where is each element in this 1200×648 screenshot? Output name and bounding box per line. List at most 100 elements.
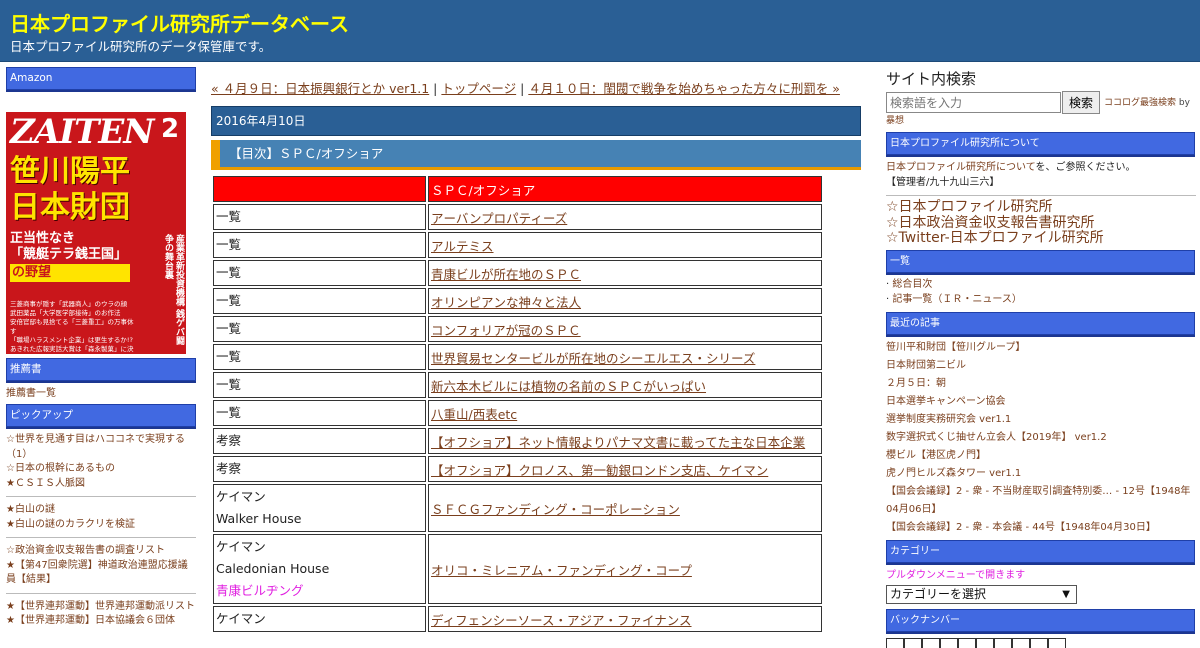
site-title-link[interactable]: 日本プロファイル研究所データベース [10, 8, 349, 37]
pickup-link[interactable]: ★白山の謎のカラクリを検証 [6, 518, 196, 533]
recent-article-link[interactable]: 【国会会議録】2 - 衆 - 不当財産取引調査特別委… - 12号【1948年0… [886, 483, 1196, 519]
recent-article-link[interactable]: 笹川平和財団【笹川グループ】 [886, 339, 1196, 357]
spc-article-link[interactable]: アルテミス [431, 239, 494, 254]
about-link[interactable]: 日本プロファイル研究所について [886, 162, 1036, 173]
category-select-value: カテゴリーを選択 [890, 586, 987, 601]
prev-post-link[interactable]: « ４月９日：日本振興銀行とか ver1.1 [211, 81, 429, 96]
row-link-cell: ＳＦＣＧファンディング・コーポレーション [428, 484, 822, 532]
row-category-cell: 一覧 [213, 260, 426, 286]
recent-article-link[interactable]: 日本選挙キャンペーン協会 [886, 393, 1196, 411]
row-link-cell: 【オフショア】クロノス、第一勧銀ロンドン支店、ケイマン [428, 456, 822, 482]
pickup-link[interactable]: ☆日本の根幹にあるもの [6, 462, 196, 477]
spc-article-link[interactable]: コンフォリアが冠のＳＰＣ [431, 323, 581, 338]
recent-article-link[interactable]: 虎ノ門ヒルズ森タワー ver1.1 [886, 465, 1196, 483]
row-link-cell: アルテミス [428, 232, 822, 258]
cover-line: 「職場ハラスメント企業」は更生するか!? [10, 336, 133, 344]
spc-article-link[interactable]: オリンピアンな神々と法人 [431, 295, 581, 310]
cover-logo: ZAITEN [10, 112, 154, 152]
row-category-cell: ケイマン [213, 606, 426, 632]
top-page-link[interactable]: トップページ [441, 81, 516, 96]
profile-institute-link[interactable]: ☆日本プロファイル研究所 [886, 199, 1196, 216]
search-credit-link[interactable]: ココログ最強検索 [1104, 98, 1176, 108]
row-category-text: 一覧 [216, 349, 242, 364]
row-category-cell: ケイマン Caledonian House 青康ビルヂング [213, 534, 426, 604]
list-widget-title: 一覧 [886, 249, 1195, 273]
row-category-cell: 一覧 [213, 204, 426, 230]
cover-headline: 笹川陽平 日本財団 [10, 154, 130, 226]
divider [6, 537, 196, 538]
overall-index-link[interactable]: 総合目次 [892, 279, 932, 290]
table-row: 一覧 アーバンプロパティーズ [213, 204, 822, 230]
search-button[interactable]: 検索 [1062, 91, 1101, 114]
spc-article-link[interactable]: アーバンプロパティーズ [431, 211, 567, 226]
next-post-link[interactable]: ４月１０日：閨閥で戦争を始めちゃった方々に刑罰を » [528, 81, 840, 96]
calendar-cell [904, 637, 922, 648]
calendar-cell [940, 637, 958, 648]
table-row: 一覧 世界貿易センタービルが所在地のシーエルエス・シリーズ [213, 344, 822, 370]
category-widget-title: カテゴリー [886, 539, 1195, 563]
recent-widget-title: 最近の記事 [886, 311, 1195, 335]
twitter-link[interactable]: ☆Twitter-日本プロファイル研究所 [886, 230, 1196, 247]
cover-line: 武田薬品「大学医学部接待」のお作法 [10, 309, 121, 317]
category-select[interactable]: カテゴリーを選択 ▼ [886, 584, 1077, 604]
pickup-link[interactable]: ☆世界を見通す目はハココネで実現する（1） [6, 433, 196, 462]
spc-article-link[interactable]: 【オフショア】ネット情報よりパナマ文書に載ってた主な日本企業 [431, 435, 805, 450]
search-credit-2[interactable]: 暴想 [886, 114, 1196, 128]
recent-article-link[interactable]: 日本財団第二ビル [886, 357, 1196, 375]
political-funds-link[interactable]: ☆日本政治資金収支報告書研究所 [886, 215, 1196, 232]
spc-article-link[interactable]: 【オフショア】クロノス、第一勧銀ロンドン支店、ケイマン [431, 463, 768, 478]
category-note: プルダウンメニューで開きます [886, 569, 1026, 581]
pickup-link[interactable]: ★【世界連邦運動】世界連邦運動派リスト [6, 600, 196, 615]
pickup-link[interactable]: ★白山の謎 [6, 503, 196, 518]
spc-article-link[interactable]: 八重山/西表etc [431, 407, 517, 422]
pickup-link[interactable]: ★ＣＳＩＳ人脈図 [6, 477, 196, 492]
magazine-cover-image[interactable]: ZAITEN 2 笹川陽平 日本財団 正当性なき 「競艇テラ銭王国」 の野望 産… [6, 94, 186, 354]
recent-article-link[interactable]: 数字選択式くじ抽せん立会人【2019年】 ver1.2 [886, 429, 1196, 447]
spc-article-link[interactable]: オリコ・ミレニアム・ファンディング・コープ [431, 563, 692, 578]
calendar-cell [1030, 637, 1048, 648]
row-category-text: ケイマン [216, 611, 266, 626]
pickup-link[interactable]: ★【世界連邦運動】日本協議会６団体 [6, 614, 196, 629]
calendar-grid [886, 637, 1196, 648]
list-widget: · 総合目次 · 記事一覧（ＩＲ・ニュース） [886, 277, 1196, 307]
cover-line: 安倍官邸も見捨てる「三菱重工」の万事休す [10, 318, 134, 335]
row-link-cell: オリコ・ミレニアム・ファンディング・コープ [428, 534, 822, 604]
about-suffix: を、ご参照ください。 [1035, 162, 1136, 173]
about-admin: 【管理者/九十九山三六】 [886, 177, 1000, 188]
recommended-widget-title: 推薦書 [6, 358, 196, 381]
table-row: ケイマン Walker House ＳＦＣＧファンディング・コーポレーション [213, 484, 822, 532]
recommended-list-link[interactable]: 推薦書一覧 [6, 386, 196, 401]
row-category-text: 一覧 [216, 377, 242, 392]
pickup-link[interactable]: ☆政治資金収支報告書の調査リスト [6, 544, 196, 559]
calendar-cell [1048, 637, 1066, 648]
row-category-cell: 一覧 [213, 232, 426, 258]
left-sidebar: Amazon ZAITEN 2 笹川陽平 日本財団 正当性なき 「競艇テラ銭王国… [6, 67, 196, 629]
cover-sub-1: 正当性なき [10, 231, 76, 246]
search-credit-by: by [1176, 97, 1190, 108]
recent-article-link[interactable]: 選挙制度実務研究会 ver1.1 [886, 411, 1196, 429]
search-credit: ココログ最強検索 by [1104, 92, 1190, 114]
site-header: 日本プロファイル研究所データベース 日本プロファイル研究所のデータ保管庫です。 [0, 0, 1200, 62]
recent-article-link[interactable]: ２月５日：朝 [886, 375, 1196, 393]
spc-table: ＳＰＣ/オフショア 一覧 アーバンプロパティーズ 一覧 アルテミス 一覧 青康ビルが所在地… [211, 174, 824, 634]
pickup-link[interactable]: ★【第47回衆院選】神道政治連盟応援議員【結果】 [6, 559, 196, 588]
recent-article-link[interactable]: 【国会会議録】2 - 衆 - 本会議 - 44号【1948年04月30日】 [886, 519, 1196, 537]
about-widget-title: 日本プロファイル研究所について [886, 132, 1195, 155]
table-header-cell: ＳＰＣ/オフショア [428, 176, 822, 202]
recent-article-link[interactable]: 櫻ビル【港区虎ノ門】 [886, 447, 1196, 465]
spc-article-link[interactable]: 青康ビルが所在地のＳＰＣ [431, 267, 581, 282]
row-link-cell: 世界貿易センタービルが所在地のシーエルエス・シリーズ [428, 344, 822, 370]
row-category-cell: 一覧 [213, 344, 426, 370]
row-category-text: 一覧 [216, 265, 242, 280]
spc-article-link[interactable]: 世界貿易センタービルが所在地のシーエルエス・シリーズ [431, 351, 755, 366]
spc-article-link[interactable]: 新六本木ビルには植物の名前のＳＰＣがいっぱい [431, 379, 706, 394]
calendar-cell [994, 637, 1012, 648]
spc-article-link[interactable]: ＳＦＣＧファンディング・コーポレーション [431, 502, 680, 517]
article-list-link[interactable]: 記事一覧（ＩＲ・ニュース） [892, 294, 1022, 305]
row-category-text: 青康ビルヂング [216, 583, 304, 598]
search-title: サイト内検索 [886, 70, 977, 88]
search-input[interactable] [886, 92, 1061, 113]
spc-article-link[interactable]: ディフェンシーソース・アジア・ファイナンス [431, 613, 692, 628]
table-row: 一覧 青康ビルが所在地のＳＰＣ [213, 260, 822, 286]
backnumber-widget-title: バックナンバー [886, 608, 1195, 632]
